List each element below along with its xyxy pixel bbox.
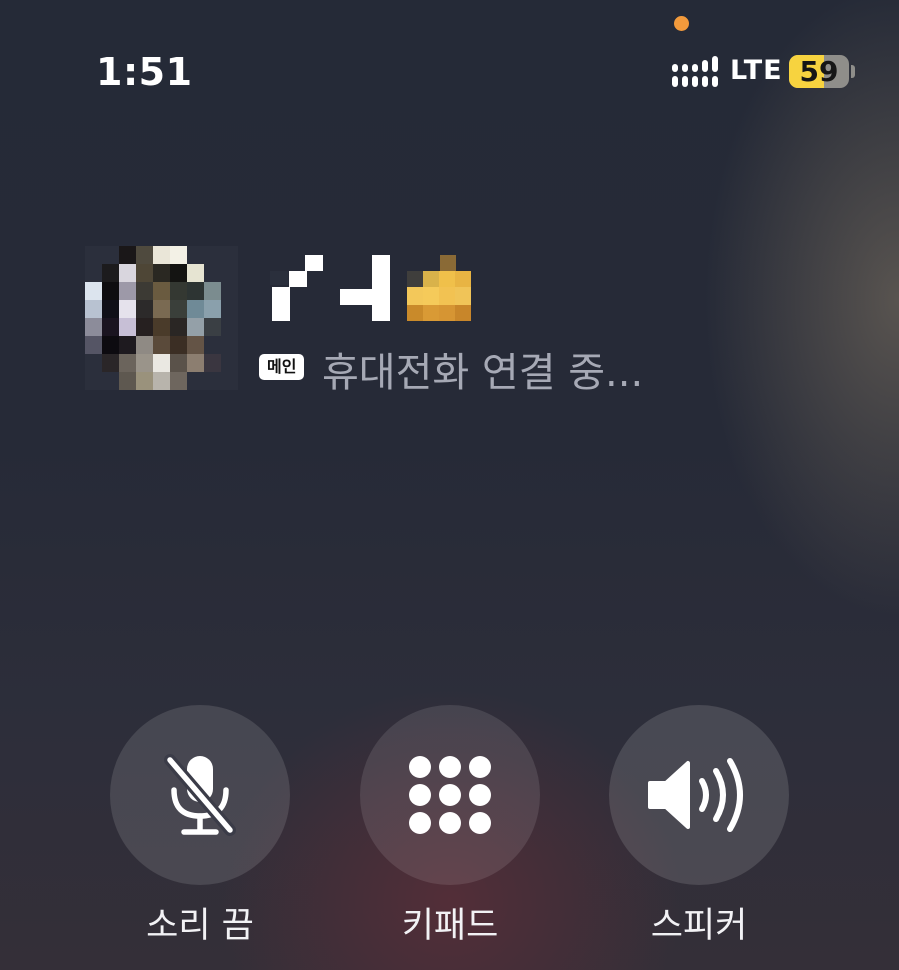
avatar-pixel	[204, 246, 221, 264]
keypad-label: 키패드	[401, 906, 499, 946]
speaker-wave-icon	[648, 758, 743, 832]
avatar-pixel	[102, 300, 119, 318]
avatar-pixel	[204, 264, 221, 282]
avatar-pixel	[153, 336, 170, 354]
line-label-badge: 메인	[259, 354, 305, 380]
avatar-pixel	[102, 336, 119, 354]
avatar-pixel	[136, 354, 153, 372]
avatar-pixel	[153, 318, 170, 336]
avatar-pixel	[204, 318, 221, 336]
avatar-pixel	[136, 318, 153, 336]
speaker-label: 스피커	[650, 906, 748, 946]
battery-tip	[851, 65, 855, 78]
avatar-pixel	[136, 246, 153, 264]
privacy-indicator-dot	[674, 16, 689, 31]
avatar-pixel	[102, 246, 119, 264]
avatar-pixel	[119, 336, 136, 354]
avatar-pixel	[187, 318, 204, 336]
avatar-pixel	[136, 282, 153, 300]
keypad-button[interactable]	[360, 705, 540, 885]
avatar-pixel	[187, 264, 204, 282]
mic-slash-icon	[164, 754, 236, 836]
avatar-pixel	[170, 300, 187, 318]
avatar-pixel	[136, 336, 153, 354]
avatar-pixel	[170, 354, 187, 372]
avatar-pixel	[170, 264, 187, 282]
avatar-pixel	[153, 372, 170, 390]
speaker-button[interactable]	[609, 705, 789, 885]
avatar-pixel	[153, 300, 170, 318]
avatar-pixel	[204, 372, 221, 390]
avatar-pixel	[85, 336, 102, 354]
avatar-pixel	[102, 372, 119, 390]
avatar-pixel	[119, 282, 136, 300]
avatar-pixel	[221, 336, 238, 354]
cellular-signal-icon	[672, 56, 718, 87]
avatar-pixel	[119, 300, 136, 318]
mute-button[interactable]	[110, 705, 290, 885]
avatar-pixel	[85, 282, 102, 300]
avatar-pixel	[187, 246, 204, 264]
avatar-pixel	[221, 318, 238, 336]
avatar-pixel	[221, 372, 238, 390]
caller-avatar	[85, 246, 238, 390]
avatar-pixel	[102, 354, 119, 372]
avatar-pixel	[170, 336, 187, 354]
avatar-pixel	[221, 264, 238, 282]
avatar-pixel	[85, 318, 102, 336]
avatar-pixel	[170, 246, 187, 264]
avatar-pixel	[187, 354, 204, 372]
avatar-pixel	[170, 372, 187, 390]
avatar-pixel	[85, 300, 102, 318]
avatar-pixel	[85, 354, 102, 372]
avatar-pixel	[136, 372, 153, 390]
avatar-pixel	[187, 336, 204, 354]
avatar-pixel	[136, 264, 153, 282]
battery-percent: 59	[799, 55, 839, 88]
avatar-pixel	[119, 264, 136, 282]
avatar-pixel	[204, 354, 221, 372]
avatar-pixel	[119, 372, 136, 390]
avatar-pixel	[170, 282, 187, 300]
status-time: 1:51	[96, 50, 193, 94]
avatar-pixel	[85, 264, 102, 282]
avatar-pixel	[187, 372, 204, 390]
avatar-pixel	[221, 354, 238, 372]
avatar-pixel	[221, 246, 238, 264]
avatar-pixel	[85, 372, 102, 390]
avatar-pixel	[221, 282, 238, 300]
avatar-pixel	[187, 282, 204, 300]
avatar-pixel	[187, 300, 204, 318]
avatar-pixel	[221, 300, 238, 318]
avatar-pixel	[119, 246, 136, 264]
avatar-pixel	[204, 282, 221, 300]
avatar-pixel	[102, 318, 119, 336]
avatar-pixel	[204, 336, 221, 354]
avatar-pixel	[119, 354, 136, 372]
avatar-pixel	[119, 318, 136, 336]
mute-label: 소리 끔	[146, 906, 254, 946]
avatar-pixel	[136, 300, 153, 318]
avatar-pixel	[102, 282, 119, 300]
avatar-pixel	[170, 318, 187, 336]
avatar-pixel	[153, 354, 170, 372]
avatar-pixel	[85, 246, 102, 264]
avatar-pixel	[153, 264, 170, 282]
keypad-icon	[409, 756, 491, 834]
avatar-pixel	[153, 246, 170, 264]
call-status-text: 휴대전화 연결 중...	[322, 350, 644, 396]
avatar-pixel	[153, 282, 170, 300]
avatar-pixel	[102, 264, 119, 282]
avatar-pixel	[204, 300, 221, 318]
network-type: LTE	[730, 55, 783, 86]
battery-indicator: 59	[789, 55, 849, 88]
caller-name-pixelated	[270, 255, 471, 321]
